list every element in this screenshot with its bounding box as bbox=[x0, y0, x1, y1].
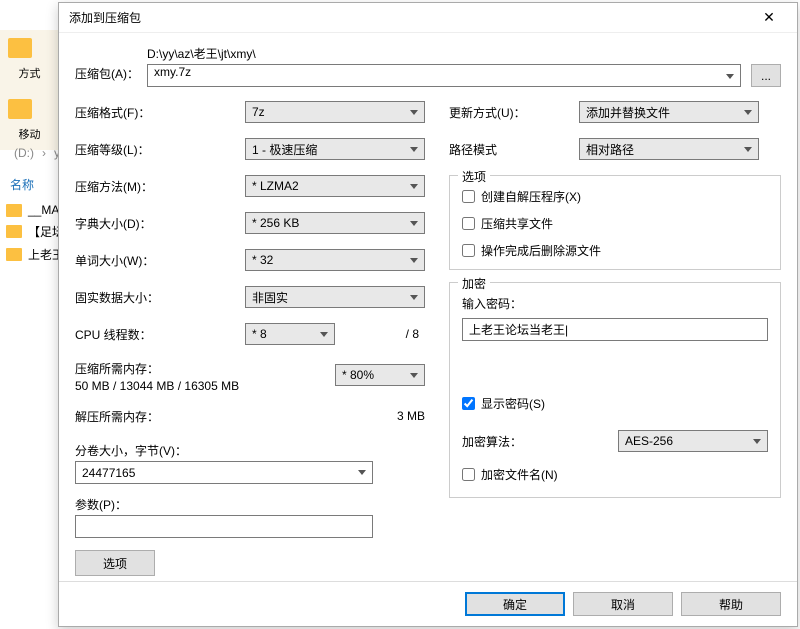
delete-checkbox-row[interactable]: 操作完成后删除源文件 bbox=[462, 242, 768, 259]
dialog-title: 添加到压缩包 bbox=[69, 9, 141, 26]
level-select[interactable]: 1 - 极速压缩 bbox=[245, 138, 425, 160]
share-checkbox-row[interactable]: 压缩共享文件 bbox=[462, 215, 768, 232]
sfx-checkbox-row[interactable]: 创建自解压程序(X) bbox=[462, 188, 768, 205]
help-button[interactable]: 帮助 bbox=[681, 592, 781, 616]
encryption-legend: 加密 bbox=[458, 275, 490, 292]
encmethod-select[interactable]: AES-256 bbox=[618, 430, 768, 452]
cancel-button[interactable]: 取消 bbox=[573, 592, 673, 616]
close-button[interactable]: ✕ bbox=[749, 4, 789, 32]
params-label: 参数(P)： bbox=[75, 496, 425, 513]
format-label: 压缩格式(F)： bbox=[75, 104, 245, 121]
options-button[interactable]: 选项 bbox=[75, 550, 155, 576]
update-select[interactable]: 添加并替换文件 bbox=[579, 101, 759, 123]
update-label: 更新方式(U)： bbox=[449, 104, 579, 121]
format-select[interactable]: 7z bbox=[245, 101, 425, 123]
threads-label: CPU 线程数： bbox=[75, 326, 245, 343]
mem-comp-value: 50 MB / 13044 MB / 16305 MB bbox=[75, 379, 335, 393]
delete-checkbox[interactable] bbox=[462, 244, 475, 257]
encnames-checkbox[interactable] bbox=[462, 468, 475, 481]
method-select[interactable]: * LZMA2 bbox=[245, 175, 425, 197]
password-input[interactable] bbox=[462, 318, 768, 341]
dict-label: 字典大小(D)： bbox=[75, 215, 245, 232]
method-label: 压缩方法(M)： bbox=[75, 178, 245, 195]
mem-decomp-value: 3 MB bbox=[245, 409, 425, 423]
close-icon: ✕ bbox=[763, 9, 775, 26]
showpwd-checkbox[interactable] bbox=[462, 397, 475, 410]
pathmode-select[interactable]: 相对路径 bbox=[579, 138, 759, 160]
encryption-fieldset: 加密 输入密码： 显示密码(S) 加密算法： AES-256 bbox=[449, 282, 781, 498]
encmethod-label: 加密算法： bbox=[462, 433, 618, 450]
options-fieldset: 选项 创建自解压程序(X) 压缩共享文件 操作完成后删除源文件 bbox=[449, 175, 781, 270]
column-header-name: 名称 bbox=[0, 170, 44, 199]
showpwd-checkbox-row[interactable]: 显示密码(S) bbox=[462, 395, 768, 412]
bg-viewmode: 方式 bbox=[4, 65, 55, 81]
dict-select[interactable]: * 256 KB bbox=[245, 212, 425, 234]
volume-label: 分卷大小，字节(V)： bbox=[75, 442, 425, 459]
word-label: 单词大小(W)： bbox=[75, 252, 245, 269]
options-legend: 选项 bbox=[458, 168, 490, 185]
add-to-archive-dialog: 添加到压缩包 ✕ 压缩包(A)： D:\yy\az\老王\jt\xmy\ xmy… bbox=[58, 2, 798, 627]
browse-button[interactable]: ... bbox=[751, 64, 781, 87]
password-label: 输入密码： bbox=[462, 295, 768, 312]
share-checkbox[interactable] bbox=[462, 217, 475, 230]
archive-name-input[interactable]: xmy.7z bbox=[147, 64, 741, 87]
threads-select[interactable]: * 8 bbox=[245, 323, 335, 345]
params-input[interactable] bbox=[75, 515, 373, 538]
mem-comp-label: 压缩所需内存： bbox=[75, 360, 335, 377]
volume-input[interactable] bbox=[75, 461, 373, 484]
mem-decomp-label: 解压所需内存： bbox=[75, 408, 245, 425]
archive-path: D:\yy\az\老王\jt\xmy\ bbox=[147, 45, 781, 62]
encnames-checkbox-row[interactable]: 加密文件名(N) bbox=[462, 466, 768, 483]
archive-label: 压缩包(A)： bbox=[75, 45, 147, 82]
solid-label: 固实数据大小： bbox=[75, 289, 245, 306]
word-select[interactable]: * 32 bbox=[245, 249, 425, 271]
pathmode-label: 路径模式 bbox=[449, 141, 579, 158]
solid-select[interactable]: 非固实 bbox=[245, 286, 425, 308]
sfx-checkbox[interactable] bbox=[462, 190, 475, 203]
mem-pct-select[interactable]: * 80% bbox=[335, 364, 425, 386]
ok-button[interactable]: 确定 bbox=[465, 592, 565, 616]
level-label: 压缩等级(L)： bbox=[75, 141, 245, 158]
threads-max: / 8 bbox=[343, 327, 425, 341]
